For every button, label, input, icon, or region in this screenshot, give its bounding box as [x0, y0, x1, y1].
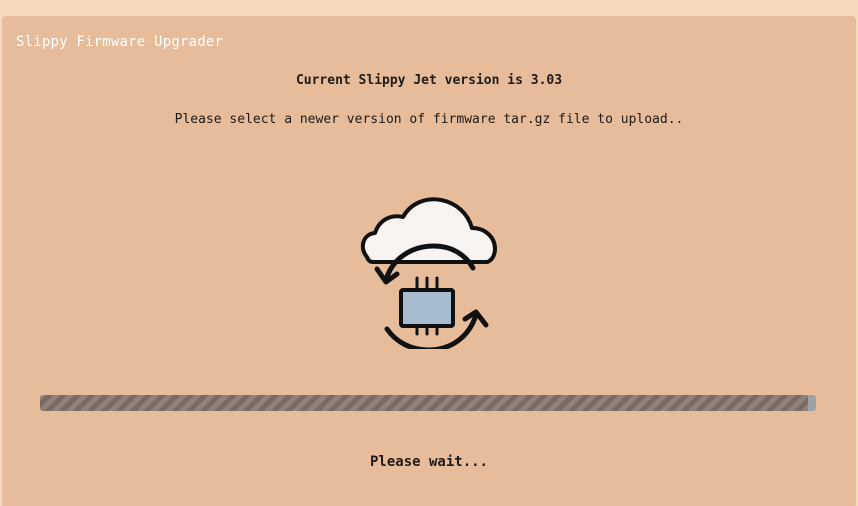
app-title: Slippy Firmware Upgrader [16, 34, 224, 50]
upload-progress-fill [40, 395, 809, 411]
instruction-text: Please select a newer version of firmwar… [174, 112, 684, 127]
current-version-text: Current Slippy Jet version is 3.03 [295, 73, 563, 88]
status-text: Please wait... [369, 454, 488, 470]
upgrader-panel: Slippy Firmware Upgrader Current Slippy … [2, 16, 856, 506]
cloud-chip-sync-icon [355, 194, 505, 353]
upload-progress-bar [40, 395, 816, 411]
